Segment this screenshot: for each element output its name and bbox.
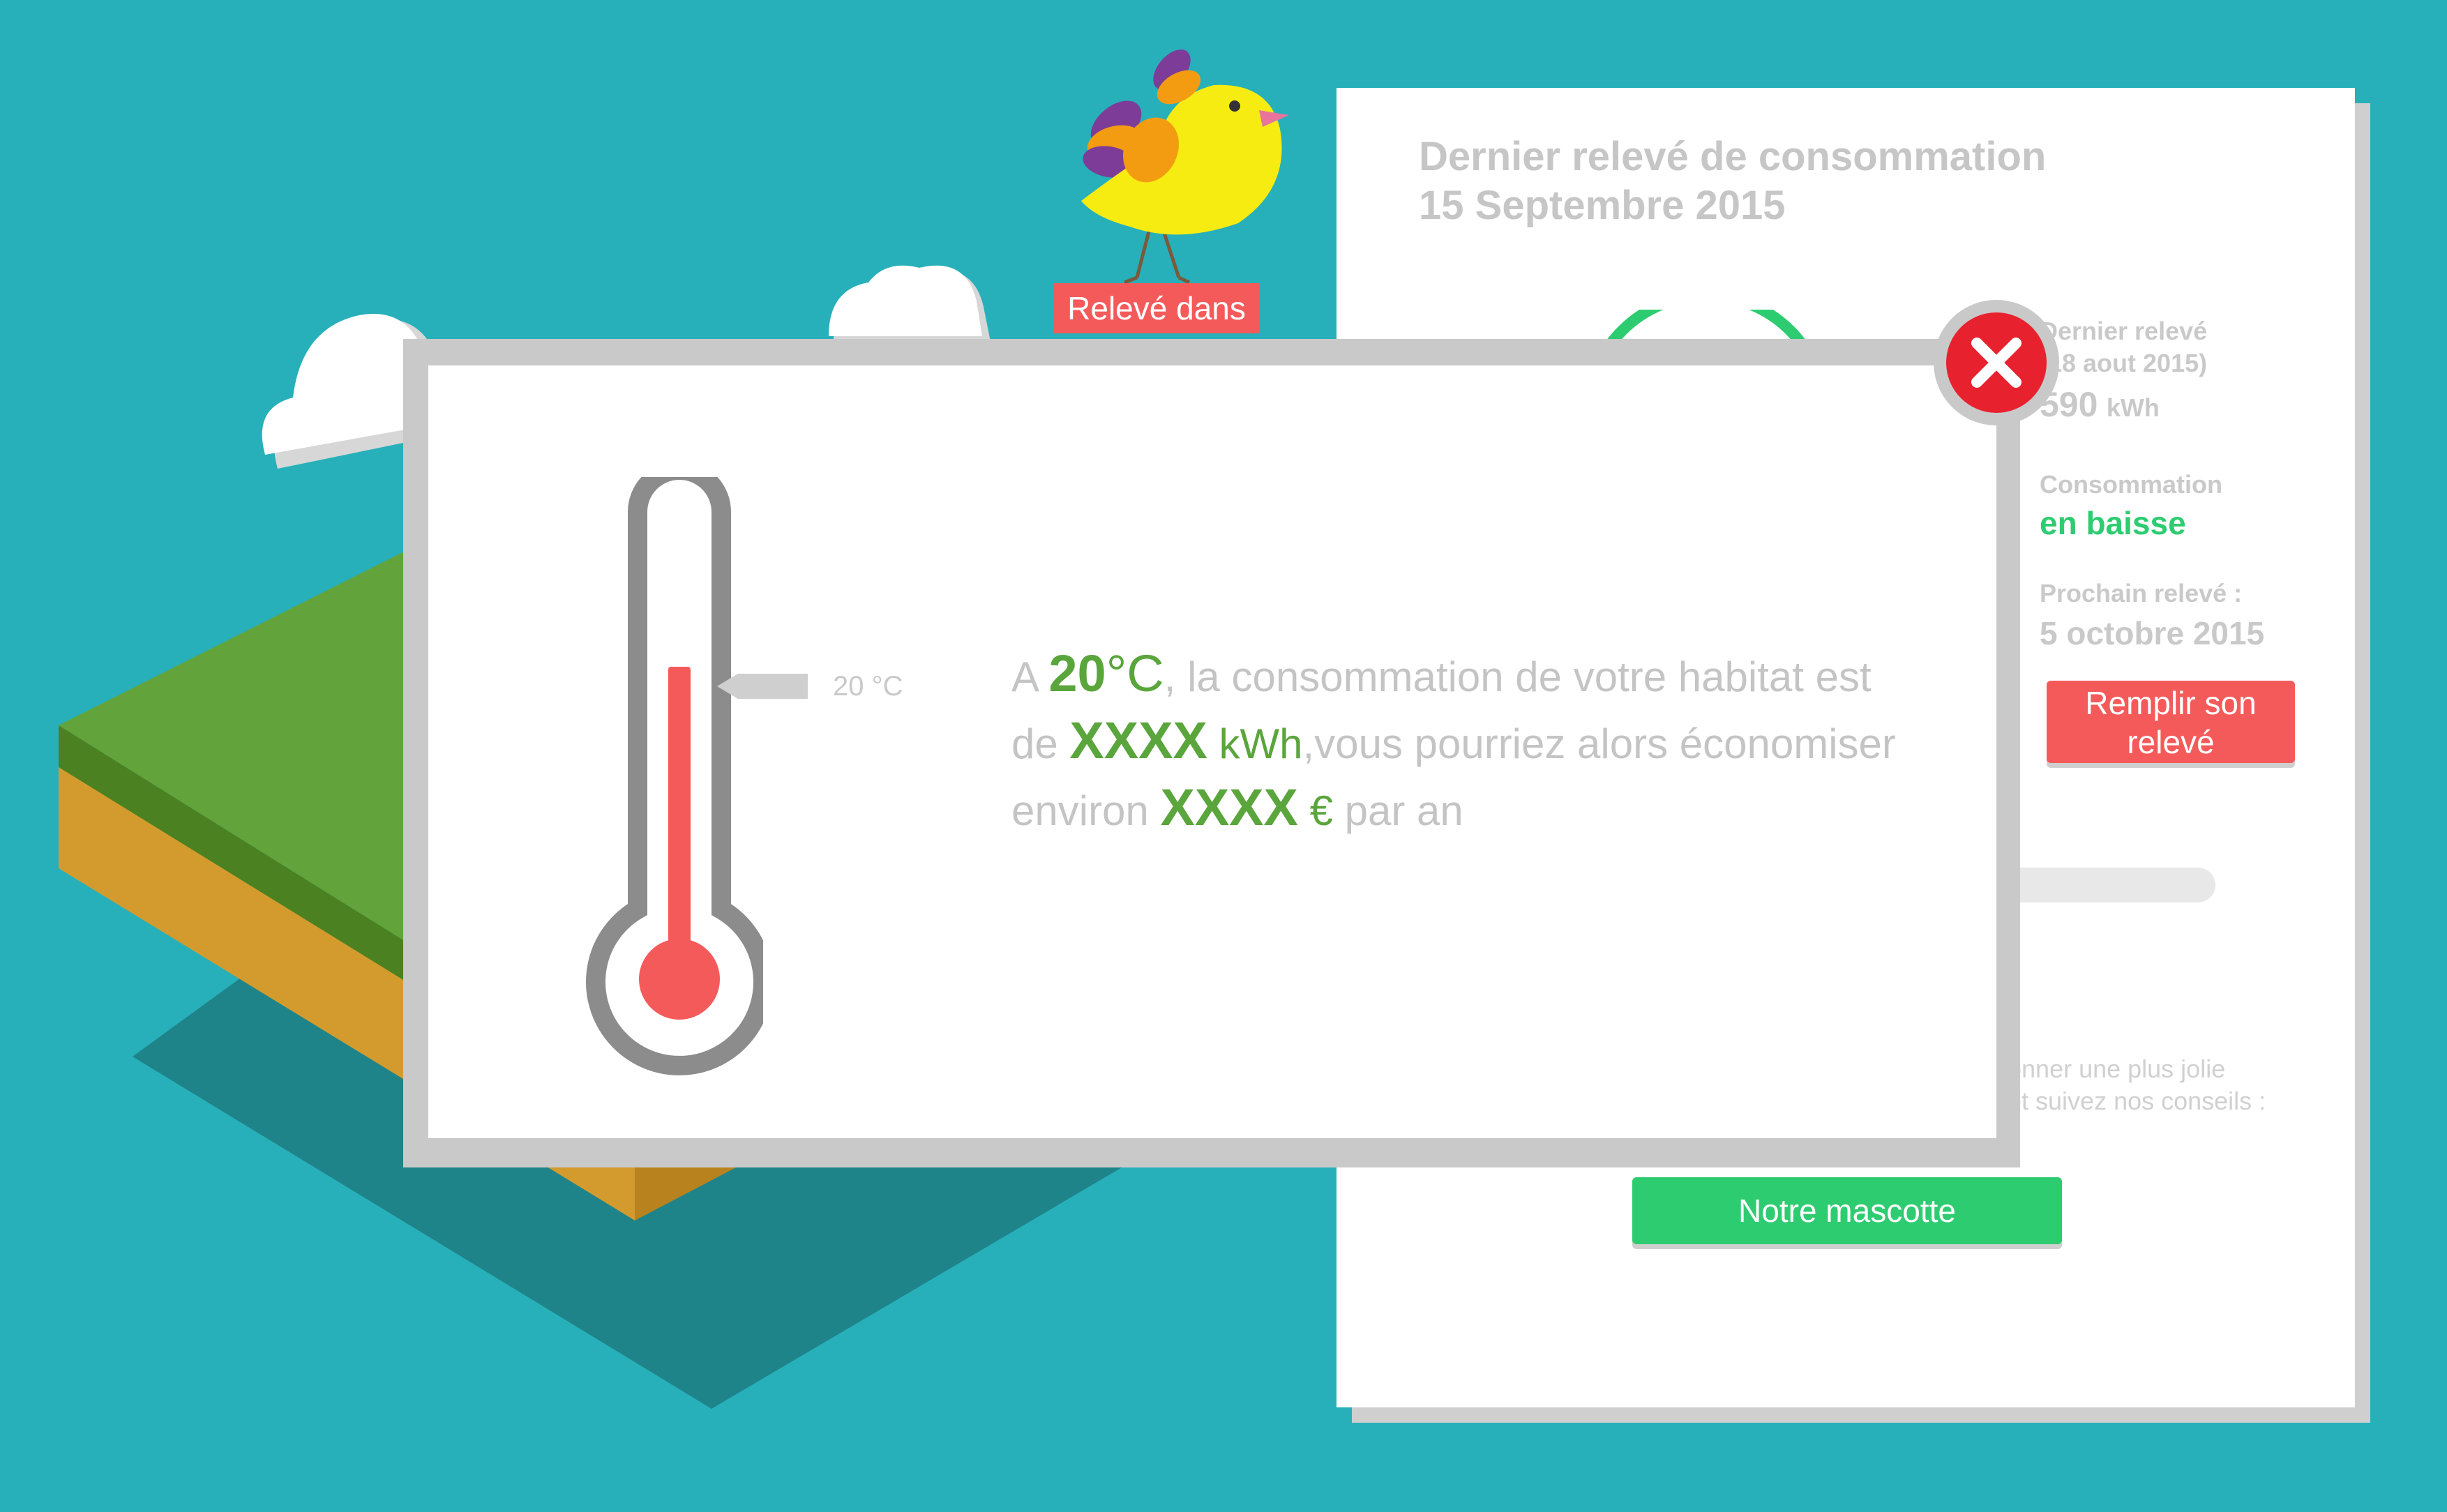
message-text-d: par an (1332, 787, 1463, 834)
consumption-trend: en baisse (2040, 505, 2186, 541)
cloud-middle (829, 265, 991, 342)
progress-bar (2001, 868, 2215, 902)
next-reading-label: Prochain relevé : (2040, 579, 2243, 607)
euro-value: XXXX (1160, 778, 1298, 836)
consumption-label: Consommation (2040, 470, 2223, 499)
advice-text-line2: et suivez nos conseils : (2008, 1087, 2266, 1115)
thermometer-icon (586, 477, 763, 1075)
advice-text-line1: onner une plus jolie (2008, 1054, 2226, 1083)
modal-message: A 20°C, la consommation de votre habitat… (1011, 642, 1918, 842)
temperature-value: 20 (1048, 644, 1106, 702)
last-reading-value-row: 590 kWh (2040, 384, 2160, 425)
last-reading-label: Dernier relevé (2040, 317, 2208, 345)
close-button[interactable] (1934, 300, 2059, 425)
panel-date: 15 Septembre 2015 (1419, 183, 1786, 228)
last-reading-date: (18 aout 2015) (2040, 349, 2208, 377)
next-reading-date: 5 octobre 2015 (2040, 615, 2265, 651)
mascot-button[interactable]: Notre mascotte (1632, 1177, 2062, 1244)
close-icon[interactable] (1946, 312, 2047, 413)
message-text-a: A (1011, 653, 1049, 700)
temperature-marker-label: 20 °C (833, 671, 903, 702)
bird-mascot-icon (1081, 49, 1289, 285)
panel-title: Dernier relevé de consommation (1419, 134, 2047, 179)
fill-reading-button[interactable]: Remplir son relevé (2047, 681, 2295, 763)
kwh-unit: kWh (1207, 720, 1303, 767)
kwh-value: XXXX (1069, 711, 1207, 769)
close-button-circle[interactable] (1946, 312, 2047, 413)
temperature-unit: °C (1106, 644, 1164, 702)
euro-unit: € (1297, 787, 1333, 834)
reading-countdown-tag: Relevé dans (1053, 283, 1260, 333)
last-reading-unit: kWh (2106, 393, 2160, 422)
temperature-marker-icon (717, 674, 808, 699)
